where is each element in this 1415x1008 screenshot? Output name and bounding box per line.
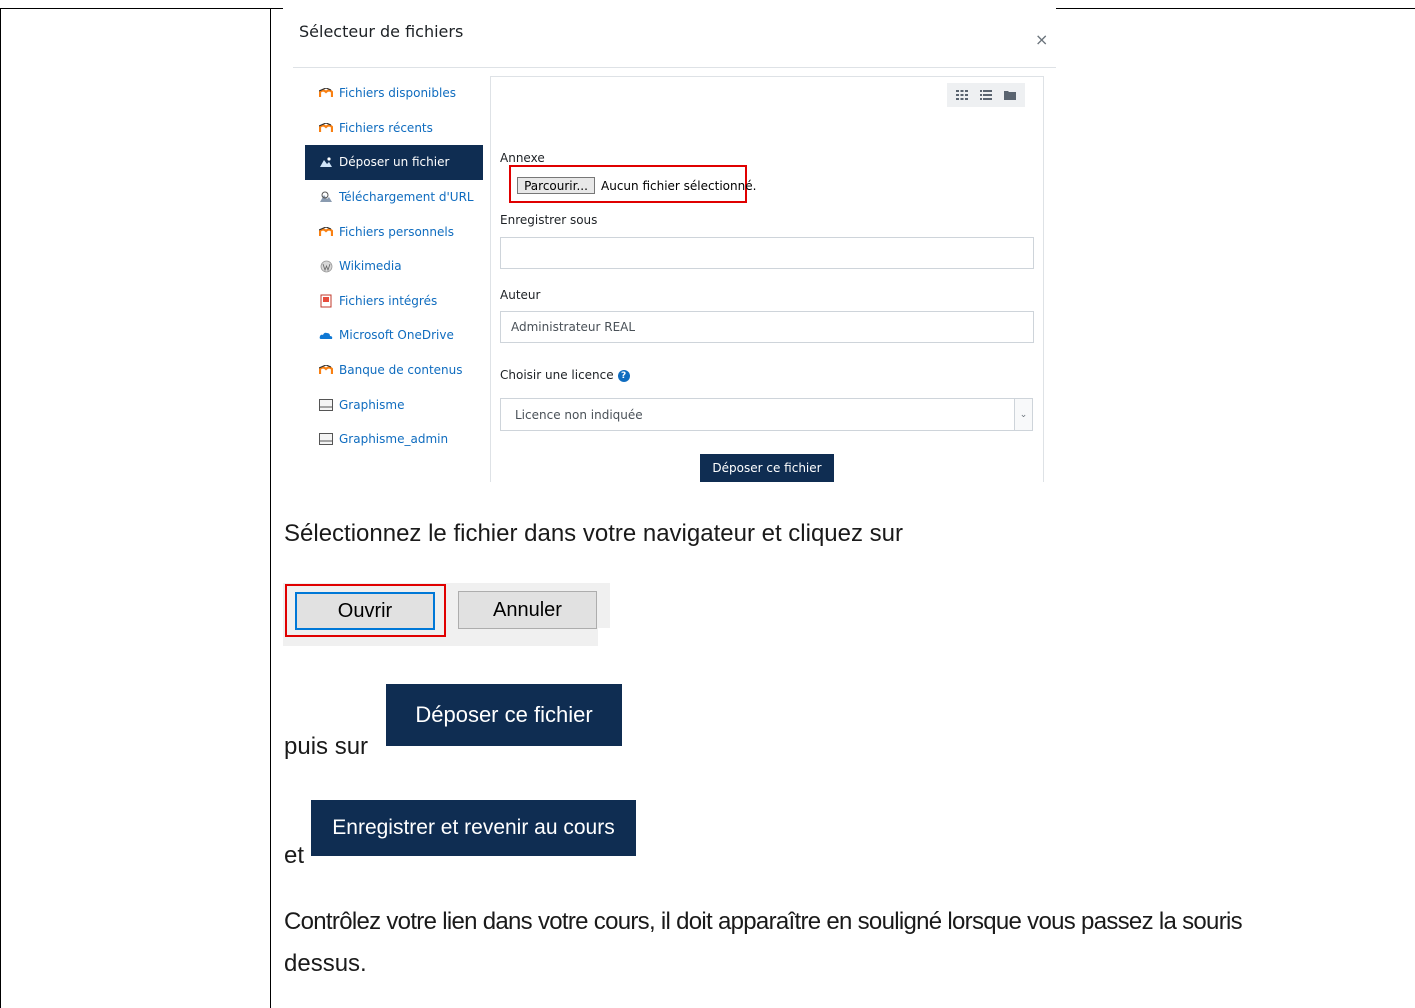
list-view-icon[interactable] — [975, 86, 997, 104]
sidebar-item-label: Fichiers personnels — [339, 224, 454, 239]
upload-icon — [319, 155, 333, 169]
close-icon[interactable]: × — [1035, 30, 1048, 49]
folder-view-icon[interactable] — [999, 86, 1021, 104]
moodle-icon — [319, 225, 333, 239]
view-switcher — [947, 83, 1025, 107]
license-label: Choisir une licence — [500, 368, 614, 382]
browse-button[interactable]: Parcourir... — [517, 177, 595, 194]
wikimedia-icon — [319, 259, 333, 273]
sidebar-item-label: Fichiers intégrés — [339, 293, 438, 308]
sidebar-item-microsoft-onedrive[interactable]: Microsoft OneDrive — [305, 318, 483, 353]
instruction-and: et — [284, 842, 305, 869]
onedrive-icon — [319, 328, 333, 342]
repository-sidebar: Fichiers disponibles Fichiers récents Dé… — [305, 76, 483, 457]
sidebar-item-fichiers-recents[interactable]: Fichiers récents — [305, 111, 483, 146]
no-file-selected-text: Aucun fichier sélectionné. — [601, 179, 757, 193]
dialog-title: Sélecteur de fichiers — [299, 22, 464, 41]
sidebar-item-label: Fichiers disponibles — [339, 86, 456, 101]
save-as-input[interactable] — [500, 237, 1034, 269]
embedded-files-icon — [319, 294, 333, 308]
sidebar-item-label: Wikimedia — [339, 259, 402, 274]
sidebar-item-label: Graphisme_admin — [339, 432, 449, 447]
attachment-label: Annexe — [500, 151, 545, 165]
file-input-highlight: Parcourir... Aucun fichier sélectionné. — [509, 165, 756, 203]
sidebar-item-telechargement-url[interactable]: Téléchargement d'URL — [305, 180, 483, 215]
url-download-icon — [319, 190, 333, 204]
dialog-divider — [293, 67, 1056, 68]
moodle-icon — [319, 86, 333, 100]
sidebar-item-label: Fichiers récents — [339, 120, 433, 135]
instruction-select-file: Sélectionnez le fichier dans votre navig… — [284, 520, 904, 547]
cancel-button[interactable]: Annuler — [458, 591, 597, 629]
sidebar-item-fichiers-disponibles[interactable]: Fichiers disponibles — [305, 76, 483, 111]
table-column-divider — [270, 8, 271, 1008]
repository-icon — [319, 398, 333, 412]
table-border-left — [0, 8, 1, 1008]
moodle-icon — [319, 121, 333, 135]
author-input[interactable]: Administrateur REAL — [500, 311, 1034, 343]
save-return-course-button[interactable]: Enregistrer et revenir au cours — [311, 800, 636, 856]
strip-notch — [598, 628, 610, 646]
sidebar-item-label: Téléchargement d'URL — [339, 190, 474, 205]
license-selected-value: Licence non indiquée — [515, 407, 643, 422]
instruction-then-on: puis sur — [284, 733, 369, 760]
moodle-icon — [319, 363, 333, 377]
license-label-row: Choisir une licence? — [500, 368, 630, 382]
sidebar-item-fichiers-personnels[interactable]: Fichiers personnels — [305, 214, 483, 249]
grid-view-icon[interactable] — [951, 86, 973, 104]
sidebar-item-graphisme[interactable]: Graphisme — [305, 387, 483, 422]
upload-file-button[interactable]: Déposer ce fichier — [700, 454, 834, 482]
repository-icon — [319, 432, 333, 446]
sidebar-item-label: Banque de contenus — [339, 363, 463, 378]
sidebar-item-wikimedia[interactable]: Wikimedia — [305, 249, 483, 284]
sidebar-item-label: Déposer un fichier — [339, 155, 450, 170]
upload-file-button-large[interactable]: Déposer ce fichier — [386, 684, 622, 746]
open-button[interactable]: Ouvrir — [295, 592, 435, 630]
sidebar-item-banque-de-contenus[interactable]: Banque de contenus — [305, 353, 483, 388]
instruction-check-link: Contrôlez votre lien dans votre cours, i… — [284, 908, 1243, 935]
sidebar-item-graphisme-admin[interactable]: Graphisme_admin — [305, 422, 483, 457]
sidebar-item-label: Microsoft OneDrive — [339, 328, 454, 343]
help-icon[interactable]: ? — [617, 369, 630, 382]
instruction-check-link-cont: dessus. — [284, 950, 367, 977]
sidebar-item-deposer-un-fichier[interactable]: Déposer un fichier — [305, 145, 483, 180]
sidebar-item-fichiers-integres[interactable]: Fichiers intégrés — [305, 284, 483, 319]
save-as-label: Enregistrer sous — [500, 213, 598, 227]
license-select[interactable]: Licence non indiquée ⌄ — [500, 398, 1033, 431]
author-label: Auteur — [500, 288, 541, 302]
sidebar-item-label: Graphisme — [339, 397, 405, 412]
file-picker-dialog: Sélecteur de fichiers × Fichiers disponi… — [283, 0, 1056, 482]
chevron-down-icon: ⌄ — [1014, 399, 1032, 430]
